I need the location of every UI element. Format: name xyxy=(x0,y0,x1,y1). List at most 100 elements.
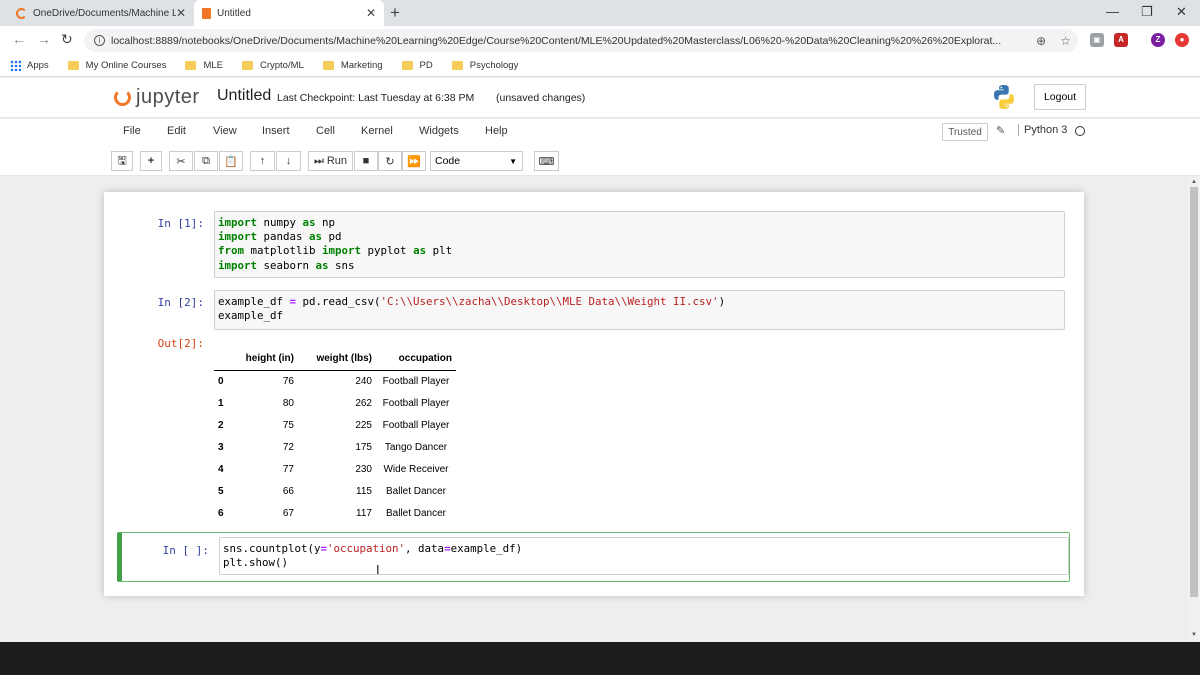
vertical-scrollbar[interactable]: ▲ ▼ xyxy=(1188,177,1200,642)
insert-cell-icon[interactable]: + xyxy=(140,151,162,171)
browser-tab-onedrive[interactable]: OneDrive/Documents/Machine L ✕ xyxy=(8,0,194,26)
cell-2-input[interactable]: example_df = pd.read_csv('C:\\Users\\zac… xyxy=(214,290,1065,330)
table-row: 0 76 240 Football Player xyxy=(214,370,456,392)
bookmark-label: Apps xyxy=(27,60,49,71)
scroll-down-icon[interactable]: ▼ xyxy=(1191,632,1197,638)
trusted-badge[interactable]: Trusted xyxy=(942,123,988,141)
table-cell: 240 xyxy=(355,375,372,387)
close-tab-icon[interactable]: ✕ xyxy=(366,6,376,20)
table-cell: 262 xyxy=(355,397,372,409)
row-index: 3 xyxy=(218,441,224,453)
new-tab-button[interactable]: + xyxy=(390,3,400,23)
logout-button[interactable]: Logout xyxy=(1034,84,1086,110)
url-text: localhost:8889/notebooks/OneDrive/Docume… xyxy=(111,34,1002,47)
pdf-extension-icon[interactable]: A xyxy=(1114,33,1128,47)
table-row: 4 77 230 Wide Receiver xyxy=(214,458,456,480)
minimize-icon[interactable]: — xyxy=(1106,4,1119,19)
copy-icon[interactable]: ⧉ xyxy=(194,151,218,171)
cell-2-prompt: In [2]: xyxy=(157,296,204,309)
folder-icon xyxy=(401,61,413,70)
close-tab-icon[interactable]: ✕ xyxy=(176,6,186,20)
table-cell: 80 xyxy=(282,397,294,409)
folder-icon xyxy=(241,61,253,70)
notebook-favicon-icon xyxy=(202,7,211,19)
menu-file[interactable]: File xyxy=(123,125,141,137)
notebook-name[interactable]: Untitled xyxy=(217,87,271,105)
paste-icon[interactable]: 📋 xyxy=(219,151,243,171)
move-up-icon[interactable]: ↑ xyxy=(250,151,275,171)
table-cell: 115 xyxy=(356,485,372,497)
jupyter-logo[interactable]: jupyter xyxy=(114,86,200,109)
restart-icon[interactable]: ↻ xyxy=(378,151,402,171)
selected-cell[interactable]: In [ ]: sns.countplot(y='occupation', da… xyxy=(117,532,1070,582)
restart-run-all-icon[interactable]: ⏩ xyxy=(402,151,426,171)
pencil-icon[interactable]: ✎ xyxy=(996,124,1005,137)
bookmark-apps[interactable]: Apps xyxy=(10,60,49,71)
row-index: 6 xyxy=(218,507,224,519)
row-index: 2 xyxy=(218,419,224,431)
notebook-container[interactable]: In [1]: import numpy as np import pandas… xyxy=(0,177,1188,642)
move-down-icon[interactable]: ↓ xyxy=(276,151,301,171)
chevron-down-icon: ▼ xyxy=(509,156,517,166)
menu-kernel[interactable]: Kernel xyxy=(361,125,393,137)
menu-edit[interactable]: Edit xyxy=(167,125,186,137)
run-button[interactable]: ⏭ Run xyxy=(308,151,353,171)
cell-2-output-prompt: Out[2]: xyxy=(157,337,204,350)
table-cell: Football Player xyxy=(382,397,450,409)
bookmark-pd[interactable]: PD xyxy=(401,60,433,71)
browser-tab-untitled[interactable]: Untitled ✕ xyxy=(194,0,384,26)
scrollbar-thumb[interactable] xyxy=(1190,187,1198,597)
menu-extension-icon[interactable]: ● xyxy=(1175,33,1189,47)
menu-view[interactable]: View xyxy=(213,125,237,137)
back-arrow-icon[interactable]: ← xyxy=(12,31,26,47)
bookmark-psychology[interactable]: Psychology xyxy=(451,60,518,71)
row-index: 0 xyxy=(218,375,224,387)
forward-arrow-icon[interactable]: → xyxy=(37,31,51,47)
dataframe-table: height (in) weight (lbs) occupation 0 76… xyxy=(214,348,456,524)
table-cell: 67 xyxy=(282,507,294,519)
table-cell: Football Player xyxy=(382,419,450,431)
cell-type-select[interactable]: Code ▼ xyxy=(430,151,523,171)
close-window-icon[interactable]: ✕ xyxy=(1176,4,1187,20)
save-icon[interactable]: 🖫 xyxy=(111,151,133,171)
table-cell: 117 xyxy=(356,507,372,519)
scroll-up-icon[interactable]: ▲ xyxy=(1191,179,1197,185)
jupyter-favicon-icon xyxy=(16,7,27,19)
table-row: 5 66 115 Ballet Dancer xyxy=(214,480,456,502)
index-header xyxy=(214,348,234,371)
menu-help[interactable]: Help xyxy=(485,125,508,137)
bookmark-marketing[interactable]: Marketing xyxy=(322,60,383,71)
code-line: example_df = pd.read_csv('C:\\Users\\zac… xyxy=(218,295,726,308)
jupyter-header: jupyter Untitled Last Checkpoint: Last T… xyxy=(0,78,1200,118)
table-cell: 77 xyxy=(282,463,294,475)
folder-icon xyxy=(451,61,463,70)
restore-icon[interactable]: ❐ xyxy=(1141,4,1153,20)
cell-3-input[interactable]: sns.countplot(y='occupation', data=examp… xyxy=(219,537,1069,575)
cell-1-input[interactable]: import numpy as np import pandas as pd f… xyxy=(214,211,1065,278)
keyboard-icon[interactable]: ⌨ xyxy=(534,151,559,171)
extension-icon[interactable]: ▣ xyxy=(1090,33,1104,47)
notebook-toolbar: 🖫 + ✂ ⧉ 📋 ↑ ↓ ⏭ Run ■ ↻ ⏩ Code ▼ ⌨ xyxy=(0,146,1200,176)
interrupt-icon[interactable]: ■ xyxy=(354,151,378,171)
profile-avatar[interactable]: Z xyxy=(1151,33,1165,47)
table-cell: Ballet Dancer xyxy=(385,507,447,519)
menu-insert[interactable]: Insert xyxy=(262,125,290,137)
menu-cell[interactable]: Cell xyxy=(316,125,335,137)
info-icon[interactable]: i xyxy=(94,35,105,46)
address-bar-row: ← → ↻ i localhost:8889/notebooks/OneDriv… xyxy=(0,26,1200,55)
cut-icon[interactable]: ✂ xyxy=(169,151,193,171)
kernel-name[interactable]: Python 3 xyxy=(1018,124,1067,136)
table-cell: 76 xyxy=(282,375,294,387)
menu-widgets[interactable]: Widgets xyxy=(419,125,459,137)
bookmark-mle[interactable]: MLE xyxy=(185,60,223,71)
table-cell: 66 xyxy=(282,485,294,497)
bookmark-crypto-ml[interactable]: Crypto/ML xyxy=(241,60,304,71)
cell-3-prompt: In [ ]: xyxy=(162,544,209,557)
jupyter-menubar: File Edit View Insert Cell Kernel Widget… xyxy=(0,119,1200,146)
code-line: sns.countplot(y='occupation', data=examp… xyxy=(223,542,523,555)
url-input[interactable]: i localhost:8889/notebooks/OneDrive/Docu… xyxy=(84,29,1078,52)
bookmark-star-icon[interactable]: ☆ xyxy=(1060,34,1071,48)
reload-icon[interactable]: ↻ xyxy=(61,31,73,48)
zoom-icon[interactable]: ⊕ xyxy=(1036,34,1046,48)
bookmark-my-online-courses[interactable]: My Online Courses xyxy=(67,60,166,71)
